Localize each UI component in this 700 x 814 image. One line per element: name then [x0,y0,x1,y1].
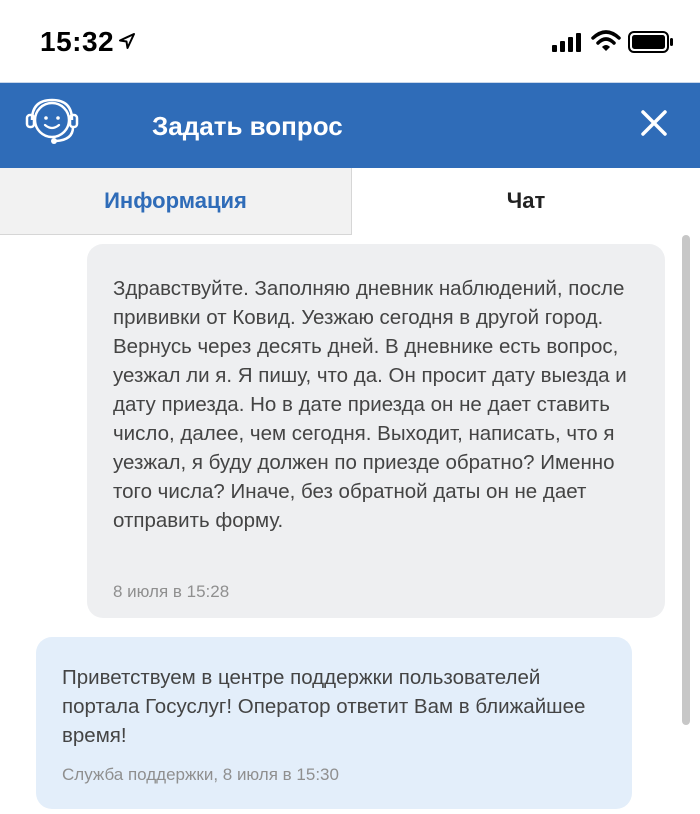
user-message-time: 8 июля в 15:28 [113,582,230,601]
app-header: Задать вопрос [0,82,700,168]
wifi-icon [591,30,621,51]
status-bar: 15:32 [0,0,700,82]
chat-scrollbar[interactable] [682,235,690,725]
status-time: 15:32 [40,26,115,57]
chat-area: Здравствуйте. Заполняю дневник наблюдени… [0,235,700,814]
tab-bar: Информация Чат [0,168,700,235]
close-button[interactable] [634,103,674,143]
close-icon [641,110,667,136]
tab-information-label: Информация [104,188,247,213]
user-message-text: Здравствуйте. Заполняю дневник наблюдени… [113,277,627,532]
support-message-text: Приветствуем в центре поддержки пользова… [62,666,586,747]
battery-icon [628,31,673,53]
support-operator-icon [25,98,79,144]
header-title: Задать вопрос [152,111,343,141]
tab-chat[interactable]: Чат [352,168,700,235]
signal-icon [552,33,581,52]
user-message: Здравствуйте. Заполняю дневник наблюдени… [87,244,665,618]
tab-information[interactable]: Информация [0,168,352,235]
tab-chat-label: Чат [506,188,546,213]
support-message-meta: Служба поддержки, 8 июля в 15:30 [62,765,339,784]
support-message: Приветствуем в центре поддержки пользова… [36,637,632,809]
location-arrow-icon [119,33,135,49]
